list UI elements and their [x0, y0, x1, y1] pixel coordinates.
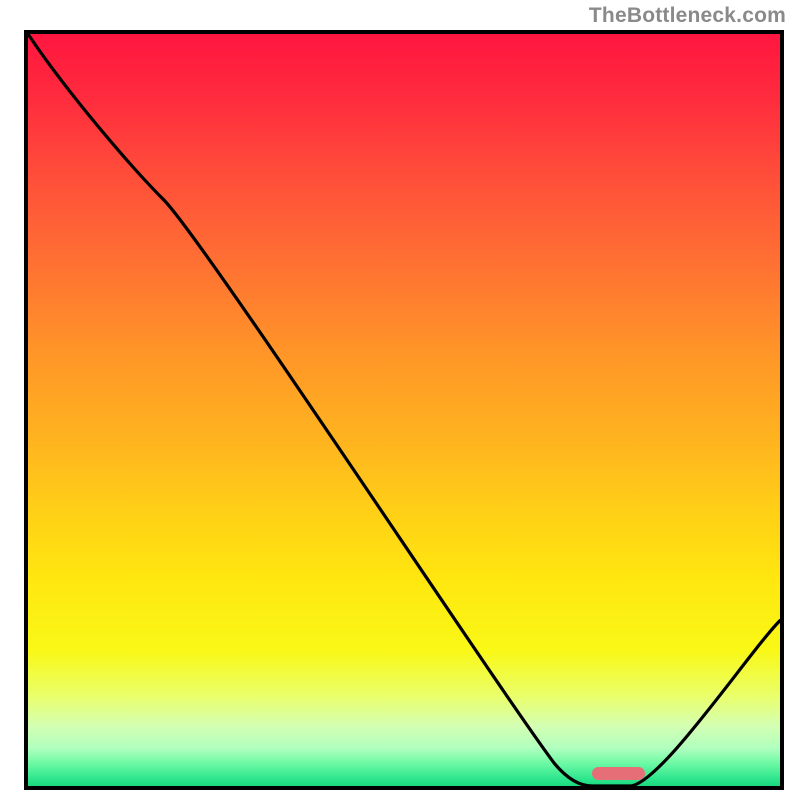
chart-container: TheBottleneck.com	[0, 0, 800, 800]
optimal-range-marker	[592, 767, 645, 780]
plot-area	[24, 30, 784, 790]
curve-path	[28, 34, 780, 786]
bottleneck-curve	[28, 34, 780, 786]
attribution-label: TheBottleneck.com	[589, 4, 786, 28]
